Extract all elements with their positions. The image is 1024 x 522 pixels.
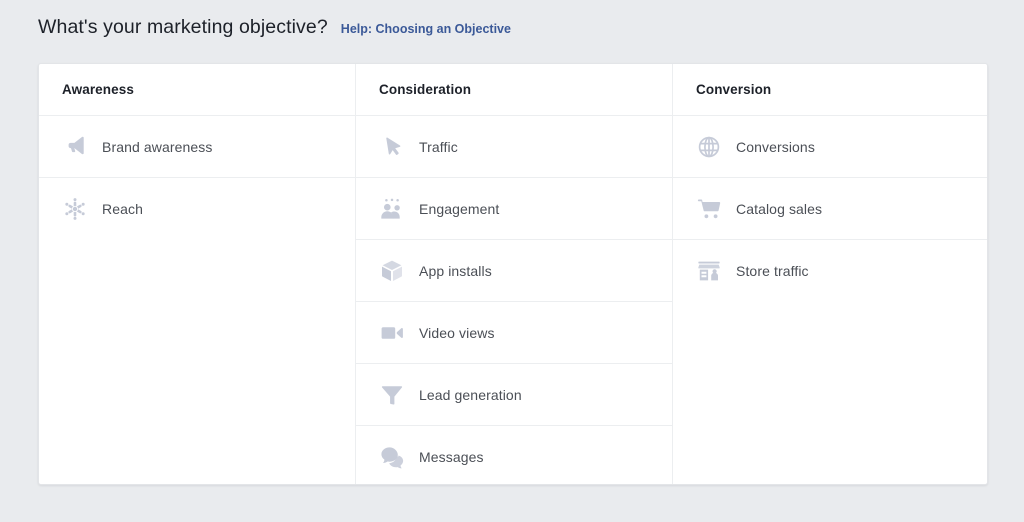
column-conversion: Conversion Conversions Catalog sales Sto…	[673, 64, 987, 484]
objective-label: Traffic	[419, 138, 458, 155]
column-header-consideration: Consideration	[356, 64, 672, 116]
objective-item-engagement[interactable]: Engagement	[356, 178, 672, 240]
objective-label: Reach	[102, 201, 143, 217]
cube-box-icon	[379, 258, 405, 284]
people-group-icon	[379, 196, 405, 222]
objective-label: Conversions	[736, 138, 815, 155]
storefront-icon	[696, 258, 722, 284]
objective-label: App installs	[419, 262, 492, 279]
page-heading: What's your marketing objective? Help: C…	[38, 16, 511, 39]
objective-list-conversion: Conversions Catalog sales Store traffic	[673, 116, 987, 484]
objective-item-app-installs[interactable]: App installs	[356, 240, 672, 302]
objective-item-lead-generation[interactable]: Lead generation	[356, 364, 672, 426]
column-awareness: Awareness Brand awareness Reach	[39, 64, 356, 484]
page-title: What's your marketing objective?	[38, 16, 328, 38]
globe-icon	[696, 134, 722, 160]
objective-label: Catalog sales	[736, 200, 823, 217]
column-header-label: Awareness	[62, 82, 134, 97]
column-header-label: Conversion	[696, 82, 772, 97]
objective-item-messages[interactable]: Messages	[356, 426, 672, 484]
objective-item-traffic[interactable]: Traffic	[356, 116, 672, 178]
objective-label: Engagement	[419, 200, 500, 217]
objective-item-brand-awareness[interactable]: Brand awareness	[39, 116, 355, 178]
video-camera-icon	[379, 320, 405, 346]
objective-label: Store traffic	[736, 263, 809, 279]
column-header-label: Consideration	[379, 82, 472, 97]
objective-item-catalog-sales[interactable]: Catalog sales	[673, 178, 987, 240]
objective-label: Video views	[419, 324, 495, 341]
objective-list-consideration: Traffic Engagement App installs Video vi…	[356, 116, 672, 484]
objective-item-conversions[interactable]: Conversions	[673, 116, 987, 178]
reach-burst-icon	[62, 196, 88, 222]
column-consideration: Consideration Traffic Engagement App ins…	[356, 64, 673, 484]
objective-item-store-traffic[interactable]: Store traffic	[673, 240, 987, 302]
speech-bubbles-icon	[379, 444, 405, 470]
objective-item-reach[interactable]: Reach	[39, 178, 355, 240]
shopping-cart-icon	[696, 196, 722, 222]
objective-label: Brand awareness	[102, 138, 213, 155]
objectives-card: Awareness Brand awareness Reach Consider…	[38, 63, 988, 485]
megaphone-icon	[62, 134, 88, 160]
help-choosing-objective-link[interactable]: Help: Choosing an Objective	[341, 22, 511, 36]
objective-label: Lead generation	[419, 386, 522, 403]
funnel-icon	[379, 382, 405, 408]
column-header-awareness: Awareness	[39, 64, 355, 116]
column-header-conversion: Conversion	[673, 64, 987, 116]
objective-list-awareness: Brand awareness Reach	[39, 116, 355, 484]
cursor-arrow-icon	[379, 134, 405, 160]
objective-label: Messages	[419, 449, 484, 465]
objective-item-video-views[interactable]: Video views	[356, 302, 672, 364]
objective-chooser-page: What's your marketing objective? Help: C…	[0, 0, 1024, 522]
